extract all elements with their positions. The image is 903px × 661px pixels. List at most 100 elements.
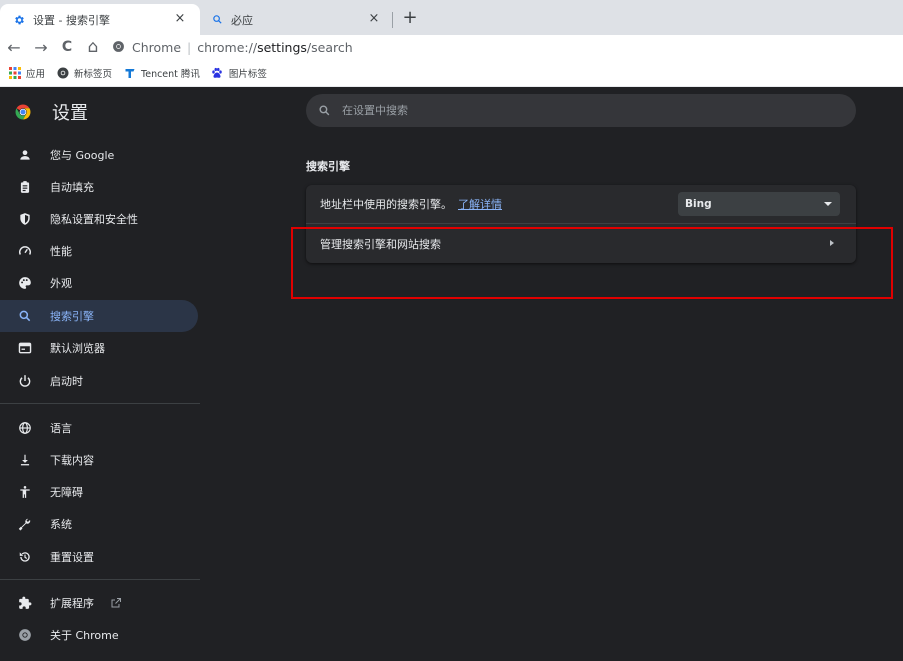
sidebar-item-on-startup[interactable]: 启动时 xyxy=(0,365,198,397)
palette-icon xyxy=(17,275,33,291)
tencent-icon xyxy=(123,66,136,79)
address-bar[interactable]: Chrome | chrome://settings/search xyxy=(112,36,892,58)
sidebar-item-label: 隐私设置和安全性 xyxy=(50,213,138,226)
sidebar-item-label: 语言 xyxy=(50,422,72,435)
sidebar-item-appearance[interactable]: 外观 xyxy=(0,267,198,299)
accessibility-icon xyxy=(17,484,33,500)
sidebar-item-privacy[interactable]: 隐私设置和安全性 xyxy=(0,203,198,235)
sidebar-item-label: 启动时 xyxy=(50,375,83,388)
download-icon xyxy=(17,452,33,468)
sidebar-item-autofill[interactable]: 自动填充 xyxy=(0,171,198,203)
close-tab-icon[interactable]: × xyxy=(366,11,382,26)
sidebar-item-accessibility[interactable]: 无障碍 xyxy=(0,476,198,508)
sidebar-item-search-engine[interactable]: 搜索引擎 xyxy=(0,300,198,332)
settings-search-field[interactable] xyxy=(306,94,856,127)
dropdown-arrow-icon xyxy=(824,202,832,206)
site-label: Chrome xyxy=(132,39,182,55)
bookmark-label: 应用 xyxy=(26,68,46,80)
power-icon xyxy=(17,373,33,389)
sidebar-item-label: 自动填充 xyxy=(50,181,94,194)
bookmark-label: 新标签页 xyxy=(74,68,113,80)
search-icon xyxy=(17,308,33,324)
back-button[interactable]: ← xyxy=(4,37,24,57)
page-title: 设置 xyxy=(52,103,88,124)
close-tab-icon[interactable]: × xyxy=(172,11,188,26)
bookmark-apps[interactable]: 应用 xyxy=(8,66,45,80)
sidebar-item-languages[interactable]: 语言 xyxy=(0,412,198,444)
forward-button[interactable]: → xyxy=(31,37,51,57)
baidu-paw-icon xyxy=(211,66,224,79)
bookmark-tencent[interactable]: Tencent 腾讯 xyxy=(123,66,200,80)
bookmark-new-tab[interactable]: 新标签页 xyxy=(56,66,112,80)
bookmark-label: 图片标签 xyxy=(228,68,267,80)
tab-bing[interactable]: 必应 × xyxy=(200,4,390,35)
puzzle-icon xyxy=(17,595,33,611)
sidebar-item-default-browser[interactable]: 默认浏览器 xyxy=(0,332,198,364)
address-bar-engine-row: 地址栏中使用的搜索引擎。 了解详情 Bing xyxy=(306,185,856,223)
sidebar-item-reset[interactable]: 重置设置 xyxy=(0,541,198,573)
learn-more-link[interactable]: 了解详情 xyxy=(458,196,502,212)
sidebar-divider xyxy=(0,403,200,404)
url-path: /search xyxy=(306,39,353,55)
bookmark-label: Tencent 腾讯 xyxy=(141,68,200,80)
tab-strip: 设置 - 搜索引擎 × 必应 × + xyxy=(0,0,903,35)
sidebar-item-label: 重置设置 xyxy=(50,551,94,564)
gear-icon xyxy=(12,13,26,27)
clipboard-icon xyxy=(17,179,33,195)
sidebar-item-system[interactable]: 系统 xyxy=(0,508,198,540)
tab-label: 设置 - 搜索引擎 xyxy=(33,13,110,27)
url-separator: | xyxy=(187,39,192,55)
sidebar-item-label: 搜索引擎 xyxy=(50,310,94,323)
settings-page: 设置 您与 Google 自动填充 隐私设置和安全性 性能 外观 搜索引擎 默认… xyxy=(0,87,903,661)
search-engine-value: Bing xyxy=(685,198,712,210)
section-title: 搜索引擎 xyxy=(306,160,350,173)
sidebar-item-label: 系统 xyxy=(50,518,72,531)
globe-icon xyxy=(17,420,33,436)
sidebar-divider xyxy=(0,579,200,580)
speedometer-icon xyxy=(17,243,33,259)
sidebar-item-performance[interactable]: 性能 xyxy=(0,235,198,267)
sidebar-item-you-and-google[interactable]: 您与 Google xyxy=(0,139,198,171)
person-icon xyxy=(17,147,33,163)
chrome-logo-icon xyxy=(15,104,31,120)
sidebar-item-downloads[interactable]: 下载内容 xyxy=(0,444,198,476)
browser-toolbar: ← → C ⌂ Chrome | chrome://settings/searc… xyxy=(0,35,903,59)
address-bar-engine-label: 地址栏中使用的搜索引擎。 xyxy=(320,198,452,211)
sidebar-item-label: 您与 Google xyxy=(50,149,115,162)
sidebar-item-label: 默认浏览器 xyxy=(50,342,105,355)
sidebar-item-label: 关于 Chrome xyxy=(50,629,119,642)
sidebar-item-label: 性能 xyxy=(50,245,72,258)
home-button[interactable]: ⌂ xyxy=(83,37,103,57)
settings-search-input[interactable] xyxy=(342,104,822,117)
tab-separator xyxy=(392,12,393,28)
url-scheme: chrome:// xyxy=(197,39,258,55)
bookmark-image-tags[interactable]: 图片标签 xyxy=(211,66,267,80)
chrome-icon xyxy=(112,40,126,54)
wrench-icon xyxy=(17,516,33,532)
sidebar-item-about-chrome[interactable]: 关于 Chrome xyxy=(0,619,198,651)
browser-window-icon xyxy=(17,340,33,356)
chrome-icon xyxy=(17,627,33,643)
tab-settings-search-engine[interactable]: 设置 - 搜索引擎 × xyxy=(0,4,200,35)
search-engine-select[interactable]: Bing xyxy=(678,192,840,216)
restore-icon xyxy=(17,549,33,565)
sidebar-item-label: 外观 xyxy=(50,277,72,290)
highlight-box xyxy=(291,227,893,299)
sidebar-item-label: 下载内容 xyxy=(50,454,94,467)
settings-header: 设置 xyxy=(14,99,88,125)
sidebar-item-label: 扩展程序 xyxy=(50,597,94,610)
new-tab-button[interactable]: + xyxy=(400,9,420,27)
reload-button[interactable]: C xyxy=(57,37,77,57)
search-icon xyxy=(318,104,332,118)
bookmarks-bar: 应用 新标签页 Tencent 腾讯 图片标签 xyxy=(0,59,903,87)
sidebar-item-label: 无障碍 xyxy=(50,486,83,499)
open-external-icon xyxy=(110,597,122,609)
apps-grid-icon xyxy=(8,66,21,79)
chrome-icon xyxy=(56,66,69,79)
url-host: settings xyxy=(257,39,307,55)
settings-sidebar: 设置 您与 Google 自动填充 隐私设置和安全性 性能 外观 搜索引擎 默认… xyxy=(0,87,205,661)
tab-label: 必应 xyxy=(231,13,253,27)
search-icon xyxy=(210,13,224,27)
shield-icon xyxy=(17,211,33,227)
sidebar-item-extensions[interactable]: 扩展程序 xyxy=(0,587,198,619)
